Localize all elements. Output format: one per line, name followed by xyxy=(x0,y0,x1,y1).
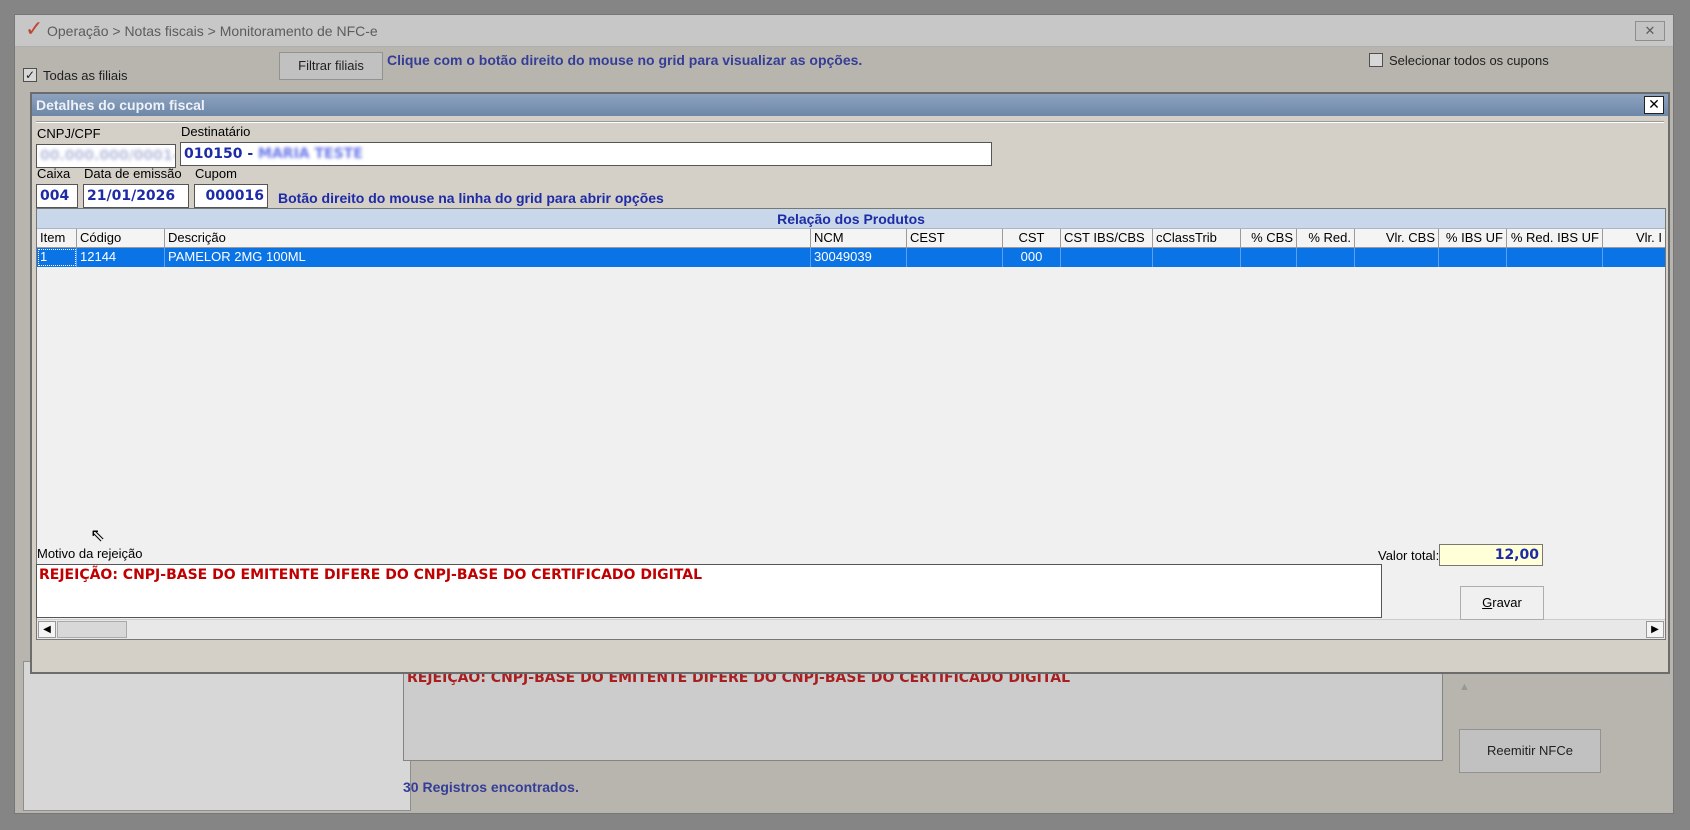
issue-date-label: Data de emissão xyxy=(84,166,182,181)
cnpj-value: 00.000.000/0001-00 xyxy=(40,148,175,164)
col-header-pct-red-ibs-uf[interactable]: % Red. IBS UF xyxy=(1507,229,1603,248)
cell-code[interactable]: 12144 xyxy=(77,248,165,267)
dialog-title: Detalhes do cupom fiscal xyxy=(36,97,205,113)
cell-cst[interactable]: 000 xyxy=(1003,248,1061,267)
caixa-field[interactable]: 004 xyxy=(36,184,78,208)
cell-description[interactable]: PAMELOR 2MG 100ML xyxy=(165,248,811,267)
cell-vlr-cbs[interactable] xyxy=(1355,248,1439,267)
col-header-cclasstrib[interactable]: cClassTrib xyxy=(1153,229,1241,248)
col-header-description[interactable]: Descrição xyxy=(165,229,811,248)
cnpj-label: CNPJ/CPF xyxy=(37,126,101,141)
cell-pct-cbs[interactable] xyxy=(1241,248,1297,267)
dialog-close-icon[interactable]: ✕ xyxy=(1644,96,1664,114)
products-grid-header: Item Código Descrição NCM CEST CST CST I… xyxy=(37,229,1665,248)
cell-pct-red[interactable] xyxy=(1297,248,1355,267)
cell-cclasstrib[interactable] xyxy=(1153,248,1241,267)
recipient-field[interactable]: 010150 - MARIA TESTE xyxy=(180,142,992,166)
save-button-label: ravar xyxy=(1492,595,1522,610)
col-header-cest[interactable]: CEST xyxy=(907,229,1003,248)
cell-ncm[interactable]: 30049039 xyxy=(811,248,907,267)
scroll-right-icon[interactable]: ▶ xyxy=(1646,621,1664,638)
col-header-item[interactable]: Item xyxy=(37,229,77,248)
recipient-code: 010150 - xyxy=(184,146,259,162)
mouse-cursor-icon: ⇖ xyxy=(90,525,106,545)
cell-pct-red-ibs-uf[interactable] xyxy=(1507,248,1603,267)
product-row[interactable]: 1 12144 PAMELOR 2MG 100ML 30049039 000 xyxy=(37,248,1665,267)
cell-cst-ibs-cbs[interactable] xyxy=(1061,248,1153,267)
col-header-code[interactable]: Código xyxy=(77,229,165,248)
cupom-label: Cupom xyxy=(195,166,237,181)
dialog-separator xyxy=(36,121,1664,123)
col-header-pct-ibs-uf[interactable]: % IBS UF xyxy=(1439,229,1507,248)
products-hscrollbar[interactable]: ◀ ▶ xyxy=(37,619,1665,639)
coupon-details-dialog: Detalhes do cupom fiscal ✕ CNPJ/CPF 00.0… xyxy=(30,92,1670,674)
total-label: Valor total: xyxy=(1378,548,1440,563)
col-header-vlr-ibs[interactable]: Vlr. I xyxy=(1603,229,1665,248)
cell-cest[interactable] xyxy=(907,248,1003,267)
save-button[interactable]: Gravar xyxy=(1460,586,1544,620)
col-header-pct-cbs[interactable]: % CBS xyxy=(1241,229,1297,248)
products-grid-caption: Relação dos Produtos xyxy=(37,209,1665,229)
col-header-cst[interactable]: CST xyxy=(1003,229,1061,248)
cupom-field[interactable]: 000016 xyxy=(194,184,268,208)
total-value-field: 12,00 xyxy=(1439,544,1543,566)
rejection-reason-field[interactable]: REJEIÇÃO: CNPJ-BASE DO EMITENTE DIFERE D… xyxy=(36,564,1382,618)
cell-pct-ibs-uf[interactable] xyxy=(1439,248,1507,267)
recipient-label: Destinatário xyxy=(181,124,251,139)
rejection-label: Motivo da rejeição xyxy=(37,546,143,561)
dialog-titlebar: Detalhes do cupom fiscal ✕ xyxy=(32,94,1668,116)
scroll-left-icon[interactable]: ◀ xyxy=(38,621,56,638)
issue-date-field[interactable]: 21/01/2026 xyxy=(83,184,189,208)
recipient-name: MARIA TESTE xyxy=(258,146,363,162)
dialog-grid-hint: Botão direito do mouse na linha do grid … xyxy=(278,190,664,206)
col-header-cst-ibs-cbs[interactable]: CST IBS/CBS xyxy=(1061,229,1153,248)
col-header-ncm[interactable]: NCM xyxy=(811,229,907,248)
cell-vlr-ibs[interactable] xyxy=(1603,248,1665,267)
caixa-label: Caixa xyxy=(37,166,71,181)
col-header-vlr-cbs[interactable]: Vlr. CBS xyxy=(1355,229,1439,248)
col-header-pct-red[interactable]: % Red. xyxy=(1297,229,1355,248)
cell-item[interactable]: 1 xyxy=(37,248,77,267)
save-button-mnemonic: G xyxy=(1482,595,1493,610)
cnpj-field[interactable]: 00.000.000/0001-00 xyxy=(36,144,176,168)
scroll-thumb[interactable] xyxy=(57,621,127,638)
